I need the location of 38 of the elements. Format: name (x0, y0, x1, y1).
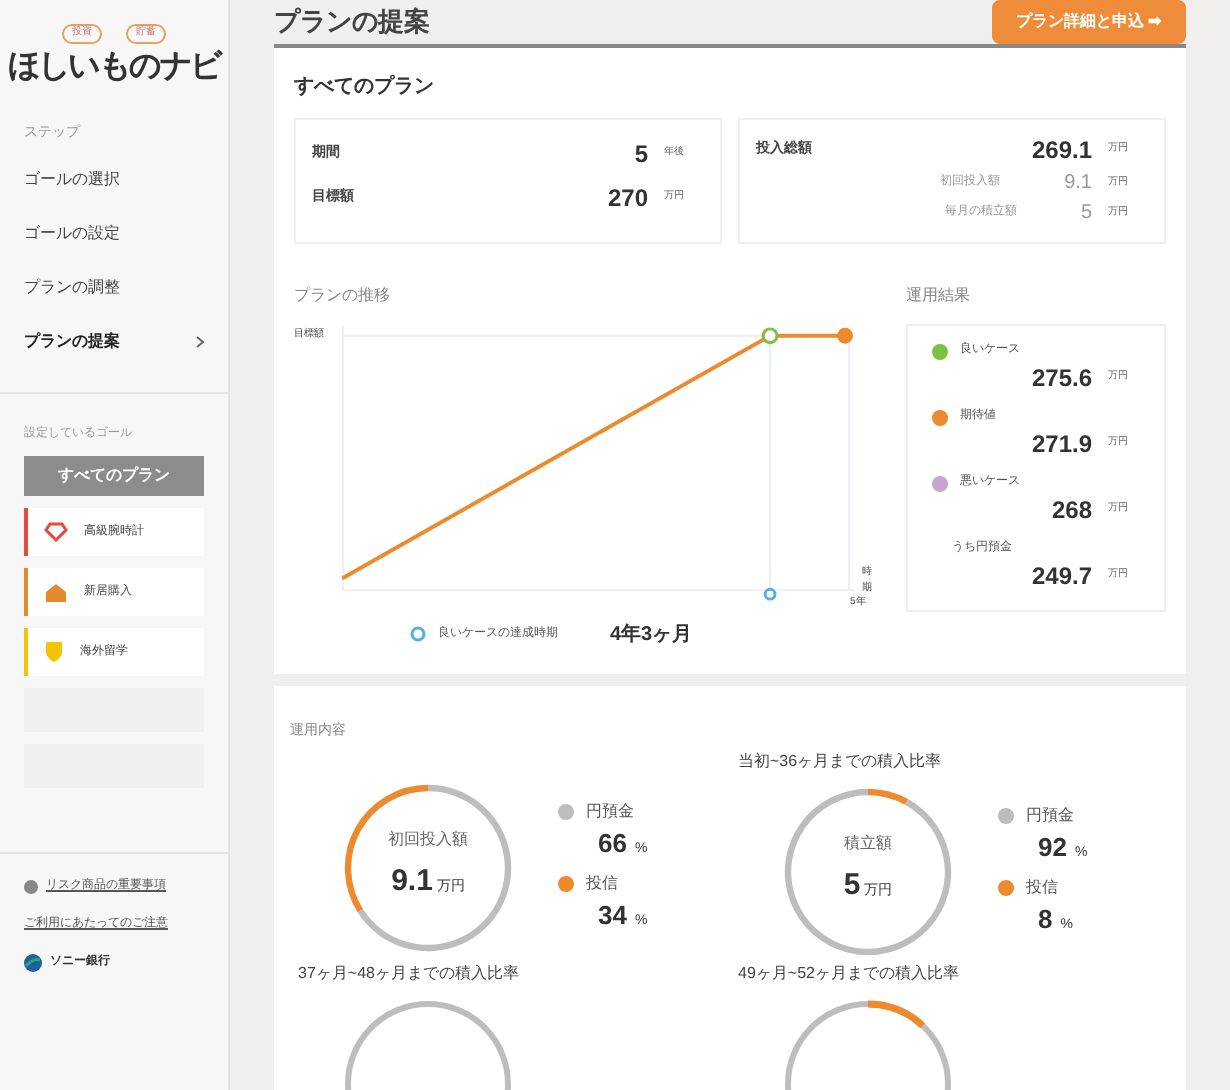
result-value: 249.7 (1031, 560, 1092, 594)
goal-reached-point (761, 327, 778, 345)
step-item[interactable]: ゴールの選択 (0, 152, 228, 206)
card-title: すべてのプラン (294, 72, 436, 102)
legend-label: 円預金 (586, 800, 634, 824)
summary-value: 270 (607, 182, 648, 216)
donut-heading: 当初~36ヶ月までの積入比率 (738, 749, 944, 773)
legend-label: 投信 (1026, 875, 1058, 899)
section-label: 運用結果 (906, 284, 972, 308)
achievement-marker (763, 587, 776, 601)
legend-label: 円預金 (1026, 804, 1074, 828)
step-item[interactable]: プランの調整 (0, 260, 228, 314)
gem-icon (44, 522, 68, 542)
logo-title: ほしいものナビ (7, 47, 221, 87)
result-value: 275.6 (1031, 362, 1092, 396)
info-icon (24, 880, 38, 894)
summary-value: 5 (1080, 200, 1092, 228)
bank-logo-icon (24, 954, 42, 972)
result-value: 268 (1051, 494, 1092, 528)
house-icon (44, 581, 68, 603)
donut-heading: 37ヶ月~48ヶ月までの積入比率 (298, 961, 521, 985)
page-title: プランの提案 (274, 4, 430, 41)
donut-label: 初回投入額 (388, 828, 468, 853)
shield-icon (44, 640, 64, 664)
result-value: 271.9 (1031, 428, 1092, 462)
section-label: プランの推移 (294, 284, 392, 308)
legend-value: 4年3ヶ月 (610, 621, 693, 649)
donut-label: 積立額 (844, 832, 892, 857)
summary-value: 9.1 (1064, 170, 1092, 198)
summary-value: 5 (634, 138, 648, 172)
chevron-right-icon (196, 335, 204, 347)
summary-value: 269.1 (1031, 134, 1092, 168)
step-item[interactable]: プランの提案 (0, 314, 228, 368)
legend-marker-icon (410, 626, 426, 642)
legend-label: 投信 (586, 871, 618, 895)
donut-heading: 49ヶ月~52ヶ月までの積入比率 (738, 961, 961, 985)
step-item[interactable]: ゴールの設定 (0, 206, 228, 260)
end-point (836, 327, 853, 344)
